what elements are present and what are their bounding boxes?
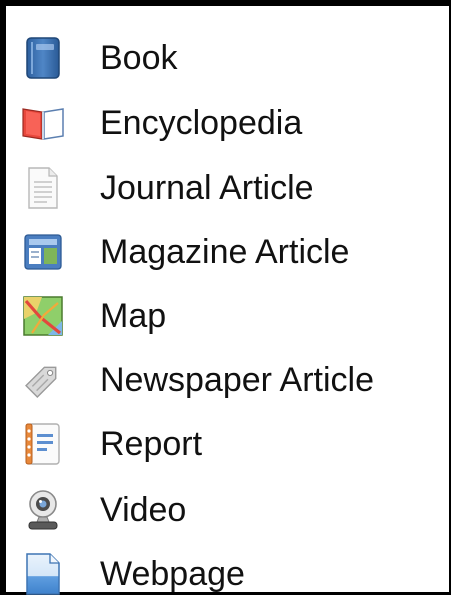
menu-item-label: Magazine Article [100,233,350,271]
menu-item-encyclopedia[interactable]: Encyclopedia [20,98,302,148]
menu-item-magazine-article[interactable]: Magazine Article [20,227,349,277]
menu-item-report[interactable]: Report [20,419,202,469]
magazine-icon [20,229,66,275]
webpage-icon [20,551,66,597]
item-type-menu: Book Encyclopedia Journal Article Magazi… [0,0,451,595]
menu-item-newspaper-article[interactable]: Newspaper Article [20,355,374,405]
menu-item-label: Book [100,39,178,77]
menu-item-map[interactable]: Map [20,291,166,341]
menu-item-label: Video [100,491,187,529]
menu-item-webpage[interactable]: Webpage [20,549,245,599]
menu-item-video[interactable]: Video [20,485,186,535]
menu-item-book[interactable]: Book [20,33,178,83]
menu-item-journal-article[interactable]: Journal Article [20,163,314,213]
tag-icon [20,357,66,403]
open-book-icon [20,100,66,146]
map-icon [20,293,66,339]
menu-item-label: Newspaper Article [100,361,375,399]
book-icon [20,35,66,81]
menu-item-label: Encyclopedia [100,104,303,142]
menu-item-label: Journal Article [100,169,314,207]
notepad-icon [20,421,66,467]
menu-item-label: Report [100,425,203,463]
document-icon [20,165,66,211]
menu-item-label: Map [100,297,167,335]
webcam-icon [20,487,66,533]
menu-item-label: Webpage [100,555,245,593]
